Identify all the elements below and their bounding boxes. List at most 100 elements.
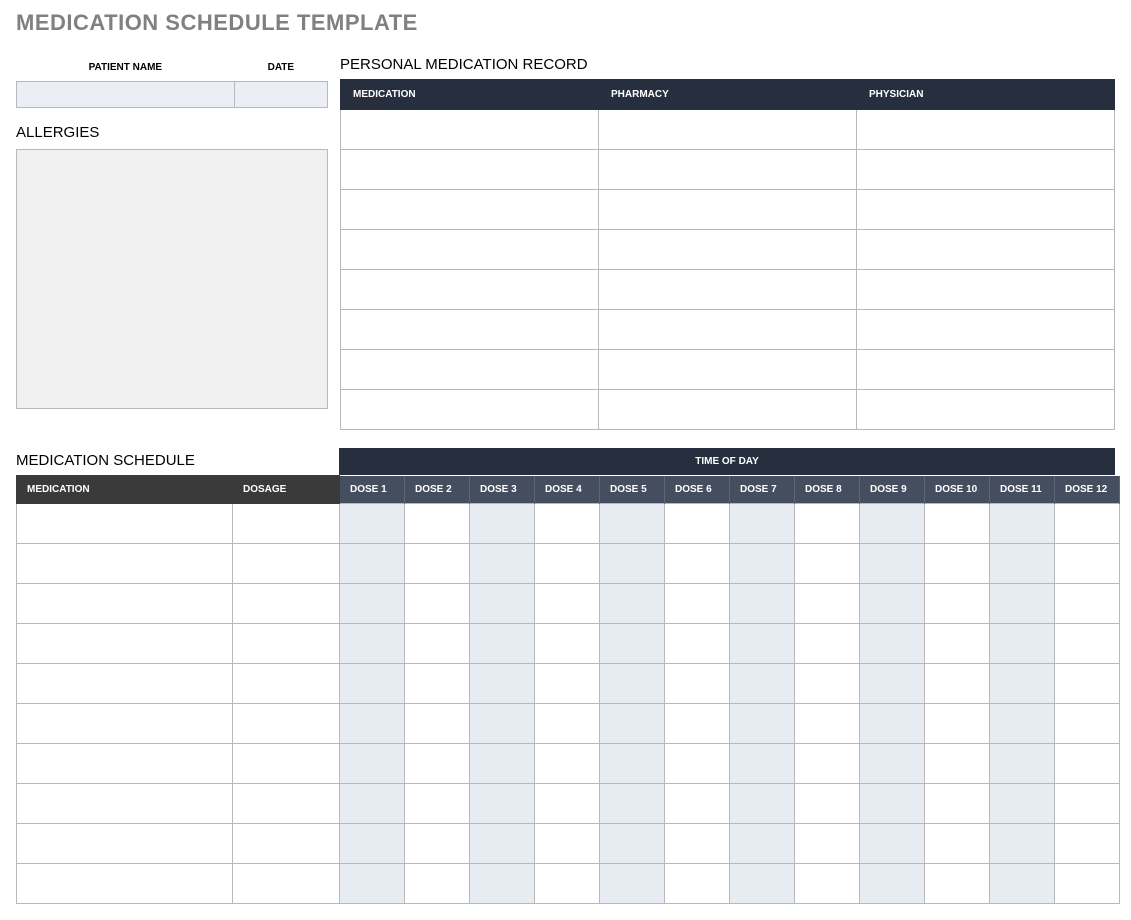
schedule-input-dose-1[interactable] xyxy=(346,757,398,771)
schedule-cell-medication[interactable] xyxy=(17,504,233,544)
schedule-input-dose-2[interactable] xyxy=(411,797,463,811)
schedule-input-dose-7[interactable] xyxy=(736,517,788,531)
pmr-cell-medication[interactable] xyxy=(341,150,599,190)
schedule-cell-dose-4[interactable] xyxy=(535,504,600,544)
schedule-cell-dose-11[interactable] xyxy=(990,544,1055,584)
schedule-input-dose-1[interactable] xyxy=(346,797,398,811)
schedule-input-dose-3[interactable] xyxy=(476,837,528,851)
schedule-input-dose-2[interactable] xyxy=(411,677,463,691)
pmr-input-physician[interactable] xyxy=(863,283,1108,297)
pmr-input-pharmacy[interactable] xyxy=(605,363,850,377)
schedule-cell-dose-3[interactable] xyxy=(470,704,535,744)
pmr-cell-physician[interactable] xyxy=(857,190,1115,230)
schedule-cell-dose-6[interactable] xyxy=(665,704,730,744)
schedule-input-dose-8[interactable] xyxy=(801,797,853,811)
schedule-input-dose-4[interactable] xyxy=(541,677,593,691)
schedule-input-dose-5[interactable] xyxy=(606,517,658,531)
schedule-input-dose-7[interactable] xyxy=(736,637,788,651)
schedule-input-dose-6[interactable] xyxy=(671,837,723,851)
patient-name-cell[interactable] xyxy=(17,82,235,108)
schedule-input-dose-10[interactable] xyxy=(931,797,983,811)
schedule-cell-dose-6[interactable] xyxy=(665,744,730,784)
schedule-cell-dose-10[interactable] xyxy=(925,784,990,824)
schedule-cell-dose-9[interactable] xyxy=(860,624,925,664)
schedule-cell-dose-1[interactable] xyxy=(340,744,405,784)
schedule-input-dose-6[interactable] xyxy=(671,557,723,571)
schedule-input-dose-5[interactable] xyxy=(606,677,658,691)
schedule-input-dose-8[interactable] xyxy=(801,757,853,771)
schedule-input-dose-11[interactable] xyxy=(996,717,1048,731)
pmr-input-physician[interactable] xyxy=(863,323,1108,337)
schedule-input-dose-8[interactable] xyxy=(801,557,853,571)
schedule-cell-dose-1[interactable] xyxy=(340,544,405,584)
schedule-input-dose-11[interactable] xyxy=(996,837,1048,851)
schedule-input-dose-9[interactable] xyxy=(866,717,918,731)
allergies-input[interactable] xyxy=(16,149,328,409)
schedule-cell-dose-11[interactable] xyxy=(990,744,1055,784)
schedule-input-dose-3[interactable] xyxy=(476,717,528,731)
schedule-input-dose-10[interactable] xyxy=(931,837,983,851)
schedule-cell-dose-9[interactable] xyxy=(860,824,925,864)
schedule-input-dose-4[interactable] xyxy=(541,797,593,811)
schedule-cell-medication[interactable] xyxy=(17,744,233,784)
pmr-input-physician[interactable] xyxy=(863,403,1108,417)
pmr-cell-pharmacy[interactable] xyxy=(599,110,857,150)
schedule-cell-dose-8[interactable] xyxy=(795,584,860,624)
pmr-cell-physician[interactable] xyxy=(857,270,1115,310)
pmr-input-medication[interactable] xyxy=(347,323,592,337)
pmr-cell-medication[interactable] xyxy=(341,390,599,430)
schedule-input-dose-4[interactable] xyxy=(541,597,593,611)
schedule-input-dose-5[interactable] xyxy=(606,557,658,571)
schedule-cell-dose-7[interactable] xyxy=(730,704,795,744)
schedule-cell-dose-10[interactable] xyxy=(925,504,990,544)
schedule-cell-dose-5[interactable] xyxy=(600,544,665,584)
schedule-cell-dose-1[interactable] xyxy=(340,584,405,624)
schedule-input-dose-2[interactable] xyxy=(411,717,463,731)
schedule-cell-dose-7[interactable] xyxy=(730,784,795,824)
schedule-input-dosage[interactable] xyxy=(239,557,333,571)
pmr-cell-medication[interactable] xyxy=(341,310,599,350)
schedule-cell-dose-11[interactable] xyxy=(990,504,1055,544)
schedule-input-dose-4[interactable] xyxy=(541,557,593,571)
pmr-cell-medication[interactable] xyxy=(341,270,599,310)
schedule-cell-dose-9[interactable] xyxy=(860,584,925,624)
schedule-cell-dose-4[interactable] xyxy=(535,824,600,864)
schedule-input-dose-2[interactable] xyxy=(411,637,463,651)
schedule-input-dose-10[interactable] xyxy=(931,757,983,771)
schedule-input-dose-1[interactable] xyxy=(346,717,398,731)
date-cell[interactable] xyxy=(234,82,327,108)
schedule-cell-medication[interactable] xyxy=(17,584,233,624)
schedule-input-dose-2[interactable] xyxy=(411,757,463,771)
schedule-input-medication[interactable] xyxy=(23,757,226,771)
schedule-cell-dose-7[interactable] xyxy=(730,824,795,864)
schedule-cell-dosage[interactable] xyxy=(233,624,340,664)
schedule-input-dose-8[interactable] xyxy=(801,677,853,691)
schedule-input-dose-1[interactable] xyxy=(346,557,398,571)
schedule-cell-dosage[interactable] xyxy=(233,504,340,544)
schedule-input-dose-11[interactable] xyxy=(996,557,1048,571)
schedule-input-dose-5[interactable] xyxy=(606,637,658,651)
schedule-input-dose-4[interactable] xyxy=(541,637,593,651)
schedule-cell-dose-2[interactable] xyxy=(405,704,470,744)
schedule-input-medication[interactable] xyxy=(23,637,226,651)
pmr-cell-pharmacy[interactable] xyxy=(599,390,857,430)
schedule-input-dose-3[interactable] xyxy=(476,557,528,571)
schedule-cell-dose-12[interactable] xyxy=(1055,624,1120,664)
schedule-input-dosage[interactable] xyxy=(239,877,333,891)
schedule-cell-dose-11[interactable] xyxy=(990,784,1055,824)
schedule-cell-dose-8[interactable] xyxy=(795,664,860,704)
schedule-input-dose-7[interactable] xyxy=(736,597,788,611)
schedule-input-dose-3[interactable] xyxy=(476,757,528,771)
schedule-input-dose-6[interactable] xyxy=(671,597,723,611)
schedule-cell-dose-1[interactable] xyxy=(340,784,405,824)
schedule-cell-dose-2[interactable] xyxy=(405,504,470,544)
schedule-input-dose-1[interactable] xyxy=(346,517,398,531)
schedule-cell-dose-3[interactable] xyxy=(470,584,535,624)
schedule-input-dose-10[interactable] xyxy=(931,517,983,531)
schedule-input-dose-9[interactable] xyxy=(866,797,918,811)
schedule-cell-dose-9[interactable] xyxy=(860,864,925,904)
pmr-cell-physician[interactable] xyxy=(857,390,1115,430)
schedule-input-dose-6[interactable] xyxy=(671,677,723,691)
schedule-input-dose-12[interactable] xyxy=(1061,597,1113,611)
schedule-cell-dose-5[interactable] xyxy=(600,864,665,904)
